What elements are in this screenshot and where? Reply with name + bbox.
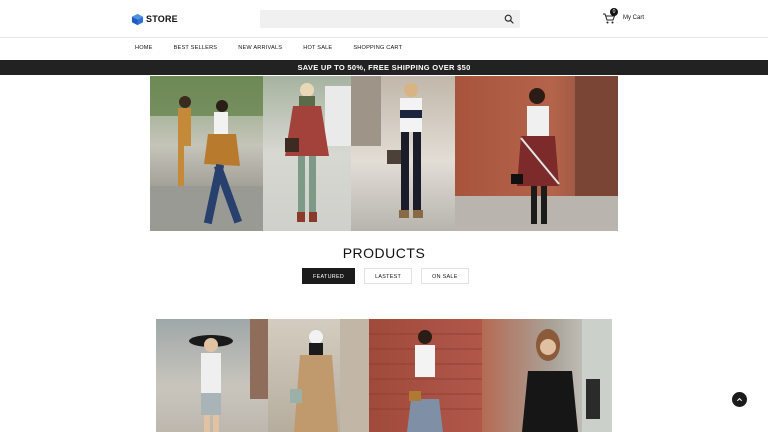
- scroll-to-top-button[interactable]: [732, 392, 747, 407]
- tab-lastest[interactable]: LASTEST: [364, 268, 413, 284]
- search-input[interactable]: [260, 11, 490, 30]
- arrow-up-icon: [736, 397, 743, 402]
- product-photo-panel[interactable]: [268, 319, 369, 432]
- hero-image: [150, 76, 618, 231]
- products-image: [156, 319, 612, 432]
- product-photo-panel[interactable]: [369, 319, 482, 432]
- product-tabs: FEATURED LASTEST ON SALE: [302, 268, 469, 284]
- cart-label: My Cart: [623, 15, 644, 21]
- site-header: STORE 0 My Cart: [0, 0, 768, 38]
- tab-featured[interactable]: FEATURED: [302, 268, 356, 284]
- cart-count-badge: 0: [610, 8, 618, 16]
- cart-link[interactable]: 0 My Cart: [602, 8, 644, 25]
- promo-banner: SAVE UP TO 50%, FREE SHIPPING OVER $50: [0, 60, 768, 75]
- cart-icon-wrap: 0: [602, 8, 618, 25]
- product-photo-panel[interactable]: [482, 319, 612, 432]
- search-bar: [260, 10, 520, 30]
- store-logo[interactable]: STORE: [131, 12, 178, 26]
- nav-item-best-sellers[interactable]: BEST SELLERS: [174, 45, 218, 51]
- logo-text: STORE: [146, 14, 178, 24]
- nav-item-hot-sale[interactable]: HOT SALE: [303, 45, 332, 51]
- nav-item-new-arrivals[interactable]: NEW ARRIVALS: [238, 45, 282, 51]
- hero-photo-panel: [351, 76, 455, 231]
- logo-cube-icon: [131, 13, 144, 25]
- hero-photo-panel: [263, 76, 351, 231]
- product-photo-panel[interactable]: [156, 319, 268, 432]
- nav-item-home[interactable]: HOME: [135, 45, 153, 51]
- products-title: PRODUCTS: [342, 245, 426, 261]
- tab-on-sale[interactable]: ON SALE: [421, 268, 469, 284]
- search-icon[interactable]: [504, 14, 514, 24]
- hero-photo-panel: [455, 76, 618, 231]
- nav-item-shopping-cart[interactable]: SHOPPING CART: [353, 45, 402, 51]
- hero-photo-panel: [150, 76, 263, 231]
- main-nav: HOME BEST SELLERS NEW ARRIVALS HOT SALE …: [0, 38, 768, 60]
